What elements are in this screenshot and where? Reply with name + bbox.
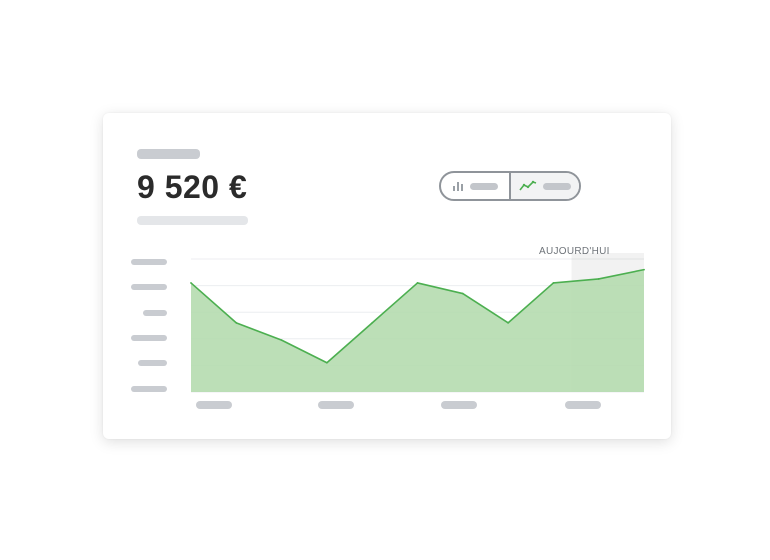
- data-point: [235, 322, 238, 324]
- balance-card: 9 520 € AUJOURD'HUI: [103, 113, 671, 439]
- data-point: [643, 268, 645, 271]
- data-point: [371, 322, 374, 324]
- data-point: [416, 282, 419, 284]
- balance-area-chart: [190, 253, 645, 393]
- data-point: [326, 361, 328, 364]
- data-point: [190, 282, 192, 284]
- data-point: [507, 322, 509, 324]
- data-point: [597, 278, 600, 280]
- data-point: [462, 292, 464, 295]
- data-point: [552, 282, 555, 284]
- data-point: [280, 339, 283, 341]
